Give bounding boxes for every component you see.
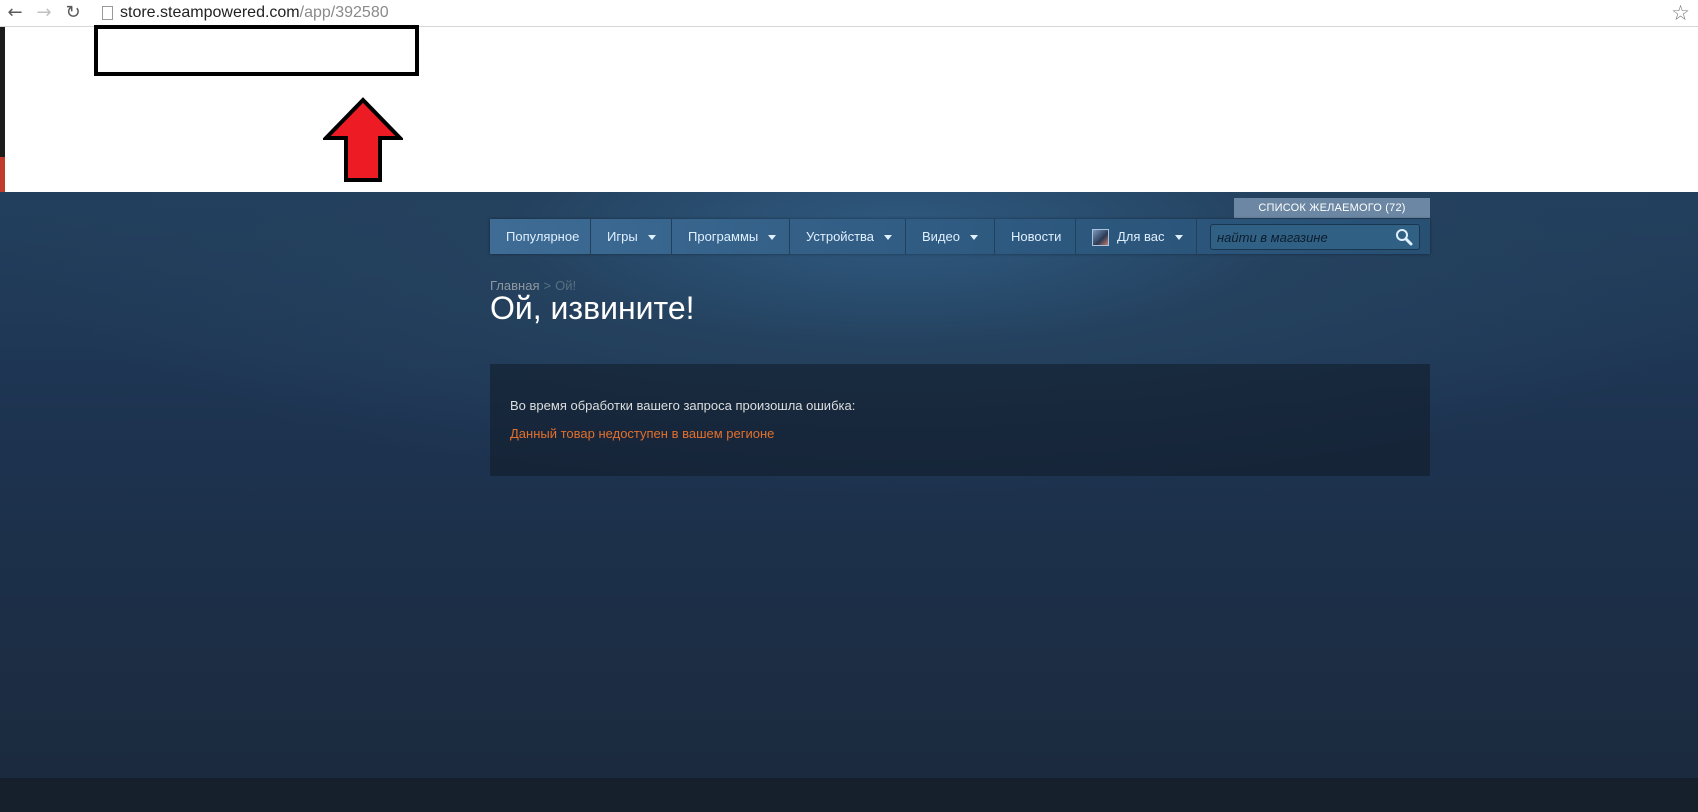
search-box [1210,224,1420,250]
error-message: Во время обработки вашего запроса произо… [510,398,856,413]
browser-toolbar: ← → ↻ store.steampowered.com/app/392580 … [0,0,1698,27]
tab-news[interactable]: Новости [995,219,1076,254]
tab-software-label: Программы [688,229,759,244]
store-page-background [0,192,1698,778]
up-arrow-icon [323,97,403,182]
chevron-down-icon [647,235,656,241]
tab-hardware-label: Устройства [806,229,875,244]
url-path: /app/392580 [299,4,389,21]
tab-games-label: Игры [607,229,638,244]
reload-icon[interactable]: ↻ [62,2,84,24]
tab-software[interactable]: Программы [672,219,790,254]
tab-for-you[interactable]: Для вас [1076,219,1197,254]
forward-arrow-icon[interactable]: → [33,2,55,24]
address-bar[interactable]: store.steampowered.com/app/392580 [120,4,389,22]
avatar [1092,229,1109,247]
search-icon[interactable] [1395,228,1413,246]
tab-hardware[interactable]: Устройства [790,219,906,254]
store-nav: Популярное Игры Программы Устройства Вид… [490,219,1430,254]
tab-video-label: Видео [922,229,960,244]
footer-bar [0,778,1698,812]
back-arrow-icon[interactable]: ← [4,2,26,24]
tab-popular-label: Популярное [506,229,580,244]
tab-popular[interactable]: Популярное [490,219,591,254]
chevron-down-icon [768,235,777,241]
wishlist-button[interactable]: СПИСОК ЖЕЛАЕМОГО (72) [1234,198,1430,218]
tab-video[interactable]: Видео [906,219,995,254]
search-input[interactable] [1217,229,1387,245]
chevron-down-icon [884,235,893,241]
star-icon[interactable]: ☆ [1671,1,1690,25]
banner-area [5,25,1698,192]
tab-for-you-label: Для вас [1117,229,1165,244]
chevron-down-icon [969,235,978,241]
tab-games[interactable]: Игры [591,219,672,254]
error-panel: Во время обработки вашего запроса произо… [490,364,1430,476]
page-document-icon [102,6,113,20]
error-reason: Данный товар недоступен в вашем регионе [510,426,775,441]
url-highlight-box [94,25,419,76]
page-title: Ой, извините! [490,290,695,326]
url-host: store.steampowered.com [120,4,300,21]
tab-news-label: Новости [1011,229,1062,244]
chevron-down-icon [1174,235,1183,241]
